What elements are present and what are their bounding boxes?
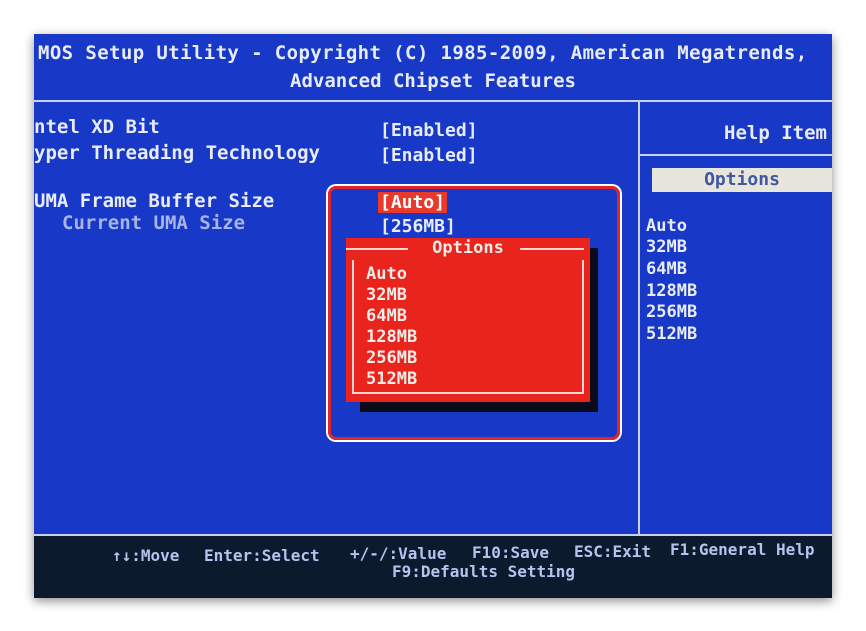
footer-general-help: F1:General Help <box>670 540 815 559</box>
setting-label-xd-bit[interactable]: ntel XD Bit <box>34 116 160 138</box>
footer-defaults: F9:Defaults Setting <box>392 562 576 581</box>
footer-bar: ↑↓:Move Enter:Select +/-/:Value F10:Save… <box>34 536 832 598</box>
help-option-128mb: 128MB <box>646 281 698 301</box>
utility-title: MOS Setup Utility - Copyright (C) 1985-2… <box>38 42 808 64</box>
setting-value-hyper-threading[interactable]: [Enabled] <box>380 145 478 166</box>
footer-value: +/-/:Value <box>350 544 447 563</box>
setting-label-uma-frame-buffer[interactable]: UMA Frame Buffer Size <box>34 190 274 212</box>
page-title: Advanced Chipset Features <box>290 70 576 92</box>
setting-label-current-uma: Current UMA Size <box>62 212 246 234</box>
help-option-32mb: 32MB <box>646 237 687 257</box>
header-divider <box>34 100 832 102</box>
bios-screen: MOS Setup Utility - Copyright (C) 1985-2… <box>34 34 832 598</box>
annotation-highlight-frame <box>328 186 620 440</box>
help-options-bar: Options <box>652 168 832 192</box>
footer-exit: ESC:Exit <box>574 542 652 561</box>
help-item-title: Help Item <box>724 122 827 144</box>
help-title-divider <box>640 154 832 156</box>
help-option-512mb: 512MB <box>646 324 698 344</box>
footer-save: F10:Save <box>472 543 550 562</box>
setting-label-hyper-threading[interactable]: yper Threading Technology <box>34 142 320 164</box>
footer-enter: Enter:Select <box>204 546 320 565</box>
help-option-auto: Auto <box>646 216 687 236</box>
footer-move: ↑↓:Move <box>112 546 180 565</box>
help-panel-divider <box>638 102 640 534</box>
help-option-256mb: 256MB <box>646 302 698 322</box>
setting-value-xd-bit[interactable]: [Enabled] <box>380 120 478 141</box>
help-option-64mb: 64MB <box>646 259 687 279</box>
